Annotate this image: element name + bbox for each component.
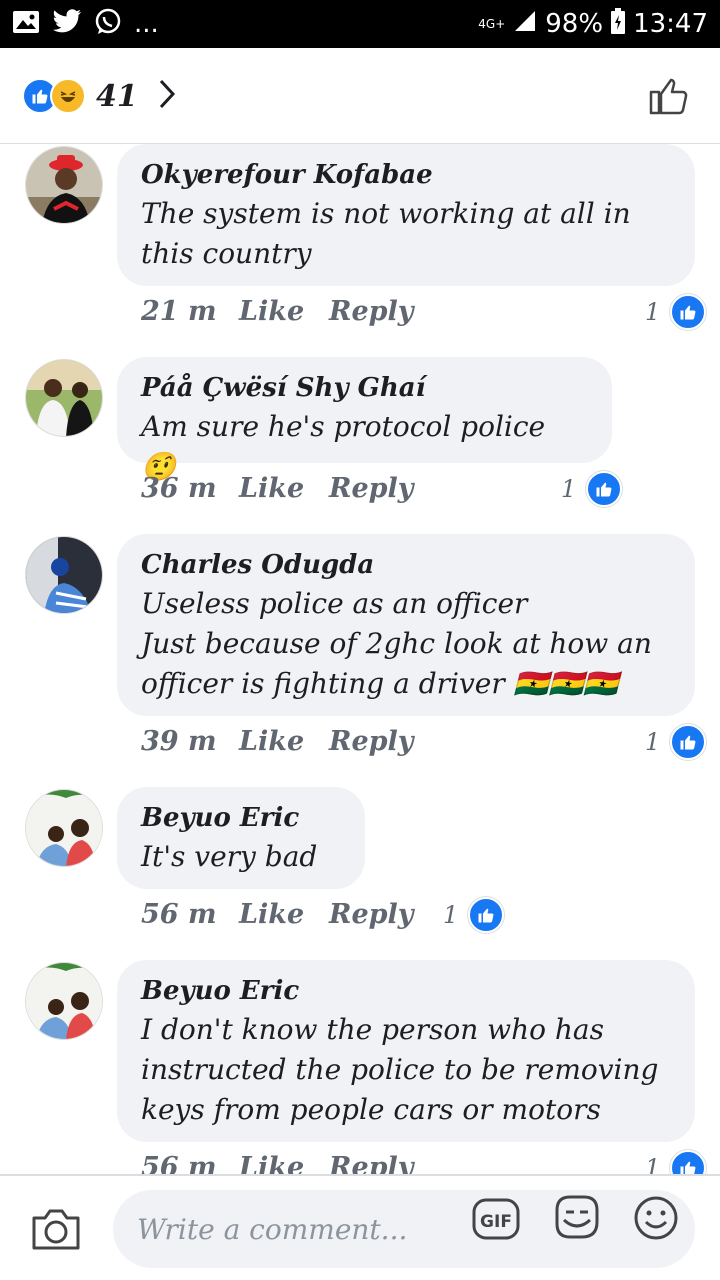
- like-count: 1: [645, 298, 661, 326]
- like-button[interactable]: Like: [239, 296, 329, 327]
- like-count: 1: [561, 475, 577, 503]
- comment-actions: 39 m Like Reply: [141, 726, 449, 757]
- like-count: 1: [443, 901, 459, 929]
- comment-author[interactable]: Okyerefour Kofabae: [141, 156, 671, 194]
- battery-percent: 98%: [545, 9, 604, 39]
- camera-icon[interactable]: [30, 1206, 82, 1256]
- comment-composer: Write a comment... GIF: [0, 1174, 720, 1280]
- gif-icon[interactable]: GIF: [471, 1194, 521, 1248]
- like-count: 1: [645, 728, 661, 756]
- comment-like-count[interactable]: 1: [561, 471, 623, 507]
- like-post-icon[interactable]: [648, 74, 690, 120]
- like-reaction-icon: [670, 1150, 707, 1174]
- comments-sheet-header: 41: [0, 48, 720, 144]
- comment-author[interactable]: Charles Odugda: [141, 546, 671, 584]
- svg-text:GIF: GIF: [480, 1212, 512, 1232]
- comment-like-count[interactable]: 1: [443, 897, 505, 933]
- reply-button[interactable]: Reply: [329, 726, 449, 757]
- whatsapp-icon: [94, 8, 122, 40]
- reply-button[interactable]: Reply: [329, 296, 449, 327]
- comment-input-placeholder: Write a comment...: [137, 1212, 408, 1246]
- comment-bubble[interactable]: Beyuo Eric I don't know the person who h…: [117, 960, 695, 1142]
- like-button[interactable]: Like: [239, 1152, 329, 1174]
- like-reaction-icon: [468, 897, 505, 933]
- reaction-count: 41: [96, 78, 138, 114]
- comment-time[interactable]: 56 m: [141, 899, 239, 930]
- emoji-icon[interactable]: [632, 1194, 680, 1246]
- like-button[interactable]: Like: [239, 726, 329, 757]
- more-notifications: ...: [134, 9, 159, 39]
- comment-actions: 56 m Like Reply: [141, 899, 449, 930]
- avatar[interactable]: [25, 359, 103, 437]
- reply-button[interactable]: Reply: [329, 473, 449, 504]
- like-button[interactable]: Like: [239, 899, 329, 930]
- battery-icon: [611, 7, 626, 41]
- network-type: 4G+: [478, 17, 506, 31]
- haha-reaction-icon: [50, 78, 86, 114]
- avatar[interactable]: [25, 962, 103, 1040]
- comment-like-count[interactable]: 1: [645, 724, 707, 760]
- like-reaction-icon: [670, 294, 707, 330]
- clock: 13:47: [633, 9, 708, 39]
- reactions-summary[interactable]: 41: [22, 78, 176, 114]
- comment-text: I don't know the person who has instruct…: [141, 1013, 659, 1126]
- comment-time[interactable]: 56 m: [141, 1152, 239, 1174]
- comment-like-count[interactable]: 1: [645, 1150, 707, 1174]
- avatar[interactable]: [25, 146, 103, 224]
- reply-button[interactable]: Reply: [329, 899, 449, 930]
- twitter-icon: [52, 9, 82, 39]
- comment-like-count[interactable]: 1: [645, 294, 707, 330]
- gallery-icon: [12, 10, 40, 38]
- sticker-icon[interactable]: [552, 1192, 602, 1246]
- status-bar: ... 4G+ 98% 13:47: [0, 0, 720, 48]
- comment-author[interactable]: Beyuo Eric: [141, 799, 341, 837]
- comment-bubble[interactable]: Charles Odugda Useless police as an offi…: [117, 534, 695, 716]
- like-reaction-icon: [670, 724, 707, 760]
- comment-text: The system is not working at all in this…: [141, 197, 631, 270]
- comment-bubble[interactable]: Beyuo Eric It's very bad: [117, 787, 365, 889]
- comment-author[interactable]: Beyuo Eric: [141, 972, 671, 1010]
- reply-button[interactable]: Reply: [329, 1152, 449, 1174]
- comment-time[interactable]: 39 m: [141, 726, 239, 757]
- comment-actions: 56 m Like Reply: [141, 1152, 449, 1174]
- comment-text: It's very bad: [141, 840, 318, 873]
- signal-icon: [513, 9, 537, 39]
- avatar[interactable]: [25, 789, 103, 867]
- comment-bubble[interactable]: Páå Çwësí Shy Ghaí Am sure he's protocol…: [117, 357, 612, 483]
- comments-list[interactable]: Okyerefour Kofabae The system is not wor…: [0, 144, 720, 1174]
- comment-actions: 36 m Like Reply: [141, 473, 449, 504]
- like-reaction-icon: [586, 471, 623, 507]
- comment-time[interactable]: 21 m: [141, 296, 239, 327]
- comment-author[interactable]: Páå Çwësí Shy Ghaí: [141, 369, 588, 407]
- comment-text: Useless police as an officer Just becaus…: [141, 587, 652, 700]
- comment-actions: 21 m Like Reply: [141, 296, 449, 327]
- comment-input[interactable]: Write a comment...: [113, 1190, 695, 1268]
- chevron-right-icon[interactable]: [158, 78, 176, 114]
- comment-bubble[interactable]: Okyerefour Kofabae The system is not wor…: [117, 144, 695, 286]
- comment-time[interactable]: 36 m: [141, 473, 239, 504]
- like-button[interactable]: Like: [239, 473, 329, 504]
- avatar[interactable]: [25, 536, 103, 614]
- like-count: 1: [645, 1154, 661, 1174]
